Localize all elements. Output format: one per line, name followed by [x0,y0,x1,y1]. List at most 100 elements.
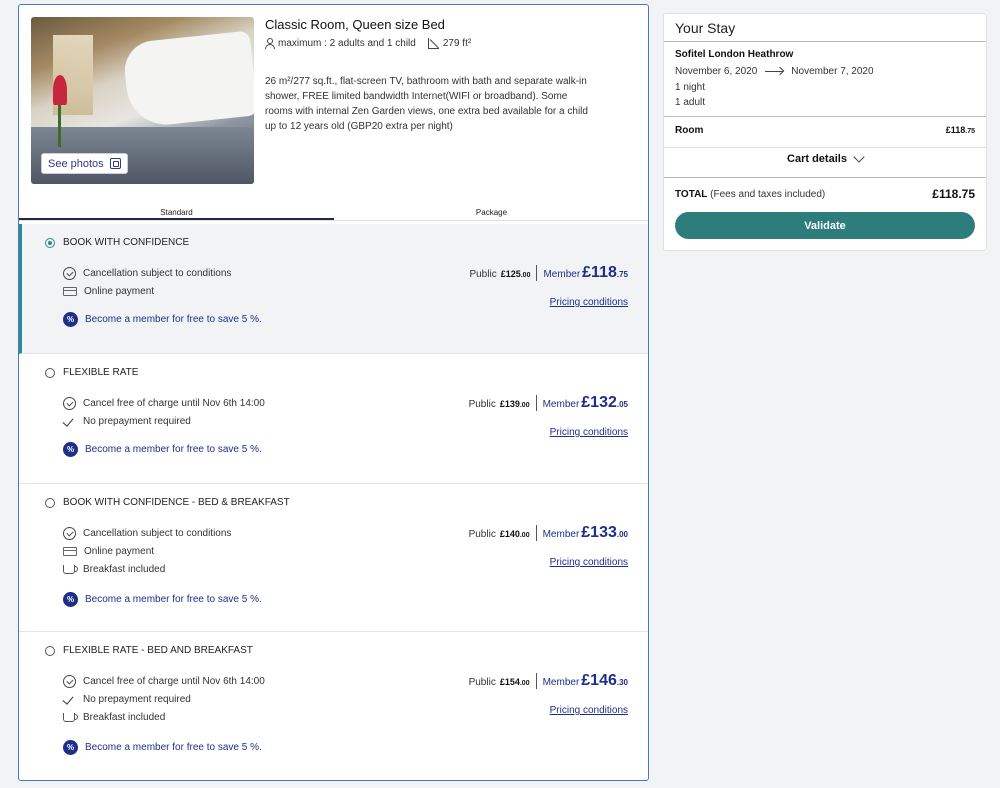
member-label: Member [543,269,581,280]
feature-text: No prepayment required [83,416,191,427]
check-icon [63,417,76,426]
rate-option[interactable]: BOOK WITH CONFIDENCE Cancellation subjec… [19,224,648,354]
price-block: Public £125.00 Member £118.75 [469,264,628,282]
guests-count: 1 adult [675,97,706,108]
rate-tabs: Standard Package [19,205,648,221]
room-capacity: maximum : 2 adults and 1 child [278,38,416,49]
room-price-main: £118 [945,125,966,135]
total-label-strong: TOTAL [675,189,708,200]
see-photos-label: See photos [48,157,104,170]
percent-icon: % [63,592,78,607]
public-price: £154.00 [500,677,530,687]
public-price: £139.00 [500,399,530,409]
your-stay-panel: Your Stay Sofitel London Heathrow Novemb… [663,13,987,251]
divider [664,177,986,178]
public-price: £125.00 [501,269,531,279]
member-price-dec: .30 [616,678,628,687]
radio-icon[interactable] [45,645,55,656]
member-promo[interactable]: % Become a member for free to save 5 %. [63,442,262,457]
clock-check-icon [63,527,76,540]
public-price: £140.00 [500,529,530,539]
member-price-main: £146 [581,672,617,689]
public-price-main: £139 [499,399,520,409]
clock-check-icon [63,675,76,688]
member-price-dec: .00 [616,530,628,539]
rate-option[interactable]: FLEXIBLE RATE - BED AND BREAKFAST Cancel… [19,632,648,780]
percent-icon: % [63,740,78,755]
feature-text: Cancellation subject to conditions [83,268,232,279]
radio-icon[interactable] [45,367,55,378]
member-price-main: £133 [581,524,617,541]
feature-text: Breakfast included [83,712,166,723]
credit-card-icon [63,547,77,556]
room-description: 26 m²/277 sq.ft., flat-screen TV, bathro… [265,76,588,132]
member-promo[interactable]: % Become a member for free to save 5 %. [63,312,262,327]
price-block: Public £154.00 Member £146.30 [469,672,628,690]
member-promo[interactable]: % Become a member for free to save 5 %. [63,592,262,607]
total-label: TOTAL (Fees and taxes included) [675,189,825,200]
rate-feature: Online payment [63,546,154,557]
pricing-conditions-link[interactable]: Pricing conditions [550,557,628,568]
rate-option[interactable]: FLEXIBLE RATE Cancel free of charge unti… [19,354,648,484]
cup-icon [63,713,78,722]
pillow-decoration [121,30,254,129]
tab-package[interactable]: Package [334,205,648,220]
member-price-main: £118 [582,264,617,281]
rate-feature: Cancellation subject to conditions [63,527,231,540]
room-photo[interactable]: See photos [31,17,254,184]
rate-header: FLEXIBLE RATE - BED AND BREAKFAST [45,645,253,656]
rate-name: FLEXIBLE RATE - BED AND BREAKFAST [63,645,253,656]
see-photos-button[interactable]: See photos [41,153,128,174]
chevron-down-icon [853,151,865,163]
room-area: 279 ft² [442,38,472,49]
rate-header: BOOK WITH CONFIDENCE [45,237,189,248]
radio-icon[interactable] [45,497,55,508]
public-price-dec: .00 [519,532,530,539]
public-price-main: £125 [500,269,521,279]
price-divider [535,525,537,541]
divider [664,41,986,42]
member-price: £133.00 [581,524,628,542]
stay-title: Your Stay [675,20,736,36]
room-title: Classic Room, Queen size Bed [265,17,445,32]
rate-feature: No prepayment required [63,694,191,705]
room-meta: maximum : 2 adults and 1 child 279 ft² [265,38,471,49]
pricing-conditions-link[interactable]: Pricing conditions [550,297,628,308]
check-in-date: November 6, 2020 [675,66,758,77]
pricing-conditions-link[interactable]: Pricing conditions [550,705,628,716]
flower-decoration [53,75,67,105]
validate-button[interactable]: Validate [675,212,975,239]
member-price: £132.05 [581,394,628,412]
member-label: Member [542,677,580,688]
room-line-label: Room [675,125,704,136]
member-price-dec: .05 [616,400,628,409]
feature-text: Cancellation subject to conditions [83,528,232,539]
public-price-dec: .00 [519,402,530,409]
tab-standard[interactable]: Standard [19,205,334,220]
person-icon [265,38,275,49]
percent-icon: % [63,442,78,457]
area-icon [427,38,439,49]
feature-text: Cancel free of charge until Nov 6th 14:0… [83,398,265,409]
public-label: Public [468,677,496,688]
public-price-main: £154 [499,677,520,687]
public-label: Public [468,399,496,410]
room-card: See photos Classic Room, Queen size Bed … [18,4,649,781]
member-promo[interactable]: % Become a member for free to save 5 %. [63,740,262,755]
percent-icon: % [63,312,78,327]
pricing-conditions-link[interactable]: Pricing conditions [550,427,628,438]
clock-check-icon [63,267,76,280]
check-icon [63,695,76,704]
room-price-dec: .75 [965,128,975,135]
feature-text: Online payment [84,546,155,557]
gallery-icon [109,158,121,169]
public-price-dec: .00 [520,272,531,279]
divider [664,116,986,117]
price-divider [536,265,538,281]
promo-text: Become a member for free to save 5 %. [85,444,262,455]
rate-option[interactable]: BOOK WITH CONFIDENCE - BED & BREAKFAST C… [19,484,648,632]
radio-selected-icon[interactable] [45,237,55,248]
cart-details-label: Cart details [787,153,847,165]
promo-text: Become a member for free to save 5 %. [85,594,262,605]
cart-details-toggle[interactable]: Cart details [664,151,986,165]
